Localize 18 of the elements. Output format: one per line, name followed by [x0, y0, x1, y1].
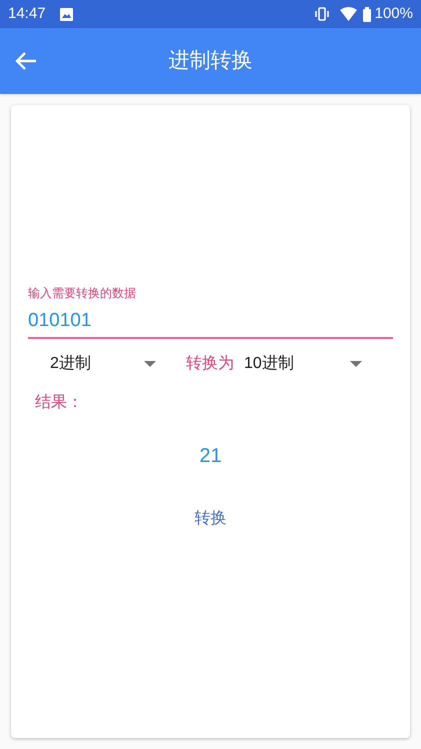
image-icon	[60, 8, 73, 20]
data-input-field[interactable]: 输入需要转换的数据 010101	[28, 285, 393, 339]
result-value: 21	[199, 444, 222, 469]
result-label: 结果：	[35, 392, 83, 413]
input-label: 输入需要转换的数据	[28, 285, 137, 301]
wifi-icon	[340, 7, 357, 21]
screen-title: 进制转换	[168, 48, 252, 74]
battery-percent: 100%	[374, 4, 413, 24]
battery-icon	[362, 6, 371, 22]
vibrate-icon	[314, 7, 330, 21]
source-base-spinner[interactable]: 2进制	[28, 352, 168, 376]
dropdown-caret-icon	[350, 361, 362, 367]
target-base-spinner[interactable]: 10进制	[244, 352, 374, 376]
dropdown-caret-icon	[144, 361, 156, 367]
convert-to-label: 转换为	[186, 354, 234, 374]
back-arrow-icon	[15, 52, 37, 70]
convert-button[interactable]: 转换	[182, 499, 238, 539]
status-time: 14:47	[8, 4, 46, 24]
